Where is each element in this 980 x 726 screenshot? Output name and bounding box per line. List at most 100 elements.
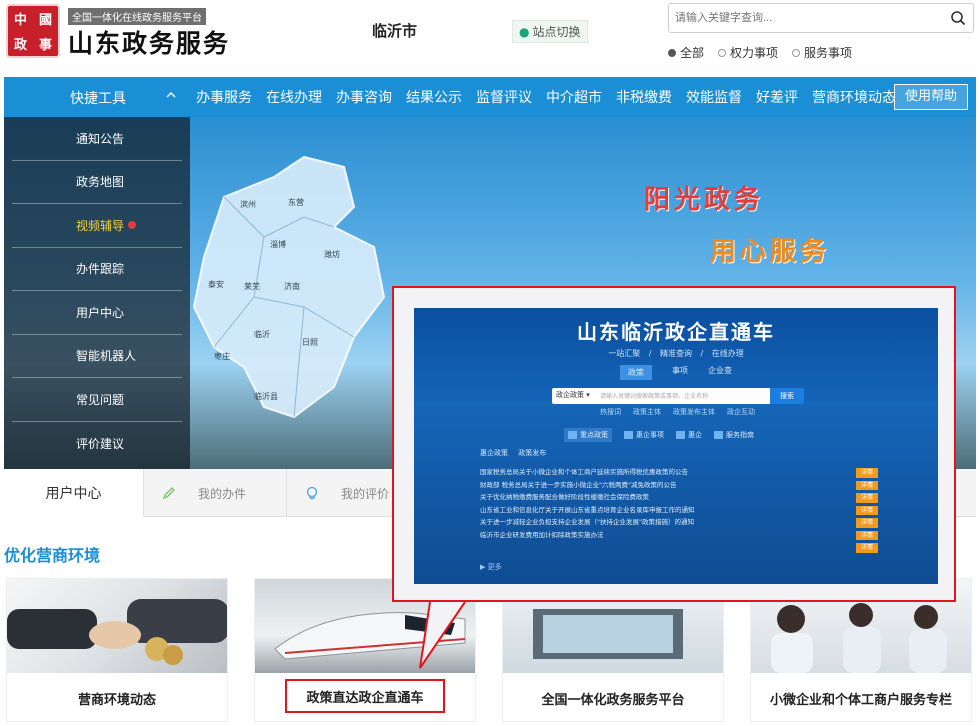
- preview-detail-button[interactable]: 详情: [856, 518, 878, 528]
- preview-tab[interactable]: 事项: [672, 365, 688, 380]
- radio-service-items[interactable]: 服务事项: [792, 44, 852, 61]
- menu-item-label: 常见问题: [76, 392, 125, 407]
- map-label: 潍坊: [324, 249, 340, 259]
- preview-detail-buttons: 详情 详情 详情 详情 详情 详情 详情: [856, 468, 878, 553]
- radio-label: 全部: [680, 46, 705, 60]
- preview-link[interactable]: 政策发布主体: [673, 407, 715, 417]
- nav-item[interactable]: 结果公示: [406, 87, 462, 107]
- preview-category[interactable]: 惠企: [676, 428, 702, 442]
- preview-link[interactable]: 政策主体: [633, 407, 661, 417]
- menu-item-feedback[interactable]: 评价建议: [12, 422, 182, 466]
- preview-policy-row[interactable]: 关于进一步减轻企业负担支持企业发展（"扶持企业发展"政策措施）的通知: [480, 516, 866, 529]
- quick-tools-menu: 通知公告 政务地图 视频辅导 办件跟踪 用户中心 智能机器人 常见问题 评价建议: [4, 117, 190, 469]
- radio-label: 服务事项: [804, 46, 853, 60]
- nav-item[interactable]: 监督评议: [476, 87, 532, 107]
- nav-item[interactable]: 好差评: [756, 87, 798, 107]
- map-label: 淄博: [270, 239, 286, 249]
- preview-detail-button[interactable]: 详情: [856, 480, 878, 490]
- more-label: 更多: [487, 563, 502, 571]
- preview-detail-button[interactable]: 详情: [856, 505, 878, 515]
- nav-item[interactable]: 非税缴费: [616, 87, 672, 107]
- preview-tab[interactable]: 企业查: [708, 365, 732, 380]
- preview-detail-button[interactable]: 详情: [856, 493, 878, 503]
- seal-char: 事: [38, 38, 52, 53]
- menu-item-case-tracking[interactable]: 办件跟踪: [12, 248, 182, 291]
- preview-hot-links: 热搜词 政策主体 政策发布主体 政企互动: [600, 407, 755, 417]
- nav-item[interactable]: 营商环境动态: [812, 87, 896, 107]
- preview-policy-row[interactable]: 临沂市企业研发费用加计扣除政策实施办法: [480, 529, 866, 542]
- menu-item-label: 视频辅导: [76, 218, 125, 233]
- zoomed-screenshot-callout: 山东临沂政企直通车 一站汇聚 / 精准查询 / 在线办理 政策 事项 企业查 政…: [392, 286, 956, 602]
- switch-site-label: 站点切换: [532, 25, 581, 39]
- menu-item-label: 通知公告: [76, 131, 125, 146]
- nav-item[interactable]: 在线办理: [266, 87, 322, 107]
- chevron-up-icon: [166, 91, 176, 98]
- new-badge-icon: [128, 221, 137, 230]
- switch-site-button[interactable]: ● 站点切换: [512, 20, 588, 43]
- current-city: 临沂市: [372, 22, 418, 40]
- menu-item-user-center[interactable]: 用户中心: [12, 291, 182, 335]
- nav-item[interactable]: 办事服务: [196, 87, 252, 107]
- preview-tabs: 政策 事项 企业查: [414, 365, 938, 380]
- location-pin-icon: ●: [519, 25, 530, 39]
- preview-category[interactable]: 惠企事项: [624, 428, 664, 442]
- pencil-icon: [162, 487, 175, 500]
- menu-item-video-guide[interactable]: 视频辅导: [12, 204, 182, 248]
- menu-item-faq[interactable]: 常见问题: [12, 378, 182, 422]
- radio-all[interactable]: 全部: [668, 44, 704, 61]
- nav-item[interactable]: 办事咨询: [336, 87, 392, 107]
- card-caption: 全国一体化政务服务平台: [541, 692, 685, 708]
- main-nav: 快捷工具 办事服务 在线办理 办事咨询 结果公示 监督评议 中介超市 非税缴费 …: [4, 77, 976, 117]
- radio-dot: [792, 48, 801, 57]
- menu-item-robot[interactable]: 智能机器人: [12, 335, 182, 378]
- nav-item[interactable]: 效能监督: [686, 87, 742, 107]
- preview-policy-row[interactable]: 关于优化纳税缴费服务配合做好阶段性缓缴社会保险费政策: [480, 491, 866, 504]
- review-icon: [306, 486, 318, 500]
- preview-search-select[interactable]: 政企政策 ▾: [556, 390, 590, 400]
- map-label: 东营: [288, 197, 304, 207]
- preview-detail-button[interactable]: 详情: [856, 468, 878, 478]
- menu-item-gov-map[interactable]: 政务地图: [12, 161, 182, 204]
- preview-category[interactable]: 服务指南: [714, 428, 754, 442]
- category-icon: [714, 431, 723, 439]
- category-label: 惠企事项: [636, 431, 664, 439]
- preview-detail-button[interactable]: 详情: [856, 530, 878, 540]
- preview-search-button[interactable]: 搜索: [770, 388, 804, 404]
- site-name[interactable]: 山东政务服务: [68, 24, 230, 60]
- help-button[interactable]: 使用帮助: [893, 84, 968, 110]
- preview-tab[interactable]: 政策: [620, 365, 652, 380]
- preview-category[interactable]: 重点政策: [564, 428, 612, 442]
- select-label: 政企政策: [556, 391, 584, 399]
- nav-item[interactable]: 中介超市: [546, 87, 602, 107]
- category-label: 惠企: [688, 431, 702, 439]
- shandong-map[interactable]: 滨州 东营 淄博 潍坊 泰安 莱芜 济南 临沂 日照 枣庄 临沂县: [184, 137, 394, 427]
- tab-my-cases[interactable]: 我的办件: [162, 469, 246, 517]
- preview-search: 政企政策 ▾ 请输入关键词搜索政策或事项、企业名称 搜索: [552, 388, 804, 404]
- logo-seal[interactable]: 中 國 政 事: [6, 4, 60, 58]
- preview-sub-tabs[interactable]: 惠企政策 政策发布: [480, 448, 546, 458]
- tab-my-reviews[interactable]: 我的评价: [286, 469, 389, 517]
- menu-item-label: 办件跟踪: [76, 262, 125, 277]
- preview-link[interactable]: 政企互动: [727, 407, 755, 417]
- preview-policy-row[interactable]: 国家税务总局关于小微企业和个体工商户延续实施所得税优惠政策的公告: [480, 466, 866, 479]
- radio-dot: [718, 48, 727, 57]
- preview-policy-row[interactable]: 财政部 税务总局关于进一步实施小微企业"六税两费"减免政策的公告: [480, 479, 866, 492]
- map-label: 泰安: [208, 279, 224, 289]
- radio-power-items[interactable]: 权力事项: [718, 44, 778, 61]
- search-icon[interactable]: [950, 10, 966, 26]
- card-caption: 政策直达政企直通车: [306, 690, 424, 706]
- menu-item-notices[interactable]: 通知公告: [12, 117, 182, 161]
- preview-link[interactable]: 热搜词: [600, 407, 621, 417]
- preview-detail-button[interactable]: 详情: [856, 543, 878, 553]
- radio-dot: [668, 48, 676, 57]
- menu-item-label: 政务地图: [76, 175, 125, 190]
- top-banner: 全国一体化在线政务服务平台: [68, 8, 206, 25]
- map-label: 日照: [302, 338, 318, 347]
- preview-policy-row[interactable]: 山东省工业和信息化厅关于开展山东省重点培育企业名录库申报工作的通知: [480, 504, 866, 517]
- search-input[interactable]: [675, 9, 935, 27]
- preview-search-input[interactable]: 请输入关键词搜索政策或事项、企业名称: [600, 391, 708, 400]
- tab-user-center[interactable]: 用户中心: [4, 469, 144, 517]
- card-business-env[interactable]: 营商环境动态: [6, 578, 228, 722]
- quick-tools-toggle[interactable]: 快捷工具: [4, 77, 190, 117]
- preview-more-link[interactable]: ▶ 更多: [480, 562, 502, 572]
